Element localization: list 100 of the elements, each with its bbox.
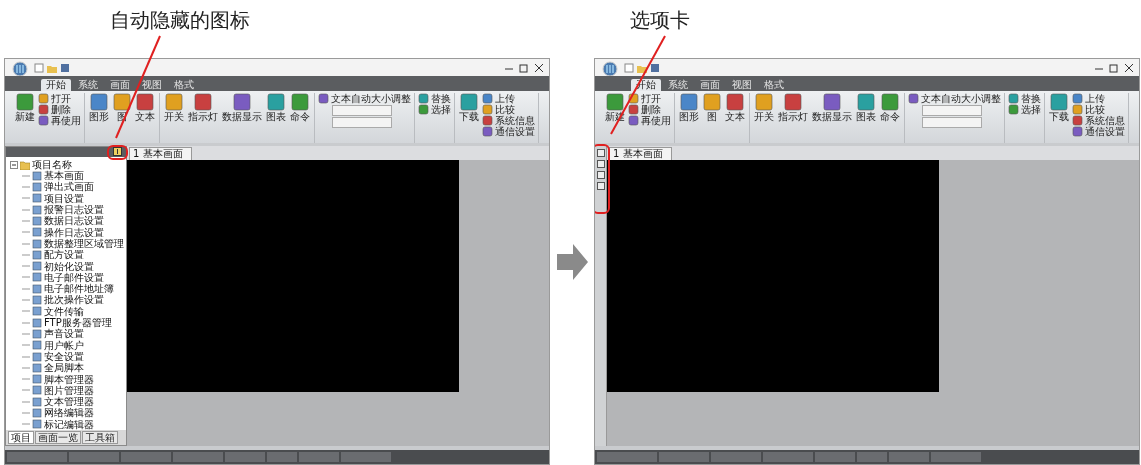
maximize-icon[interactable] xyxy=(1108,62,1120,73)
ribbon-button[interactable]: 命令 xyxy=(289,93,311,123)
ribbon-button[interactable]: 上传 xyxy=(1072,93,1125,104)
tool-icon xyxy=(113,93,131,111)
ribbon-button[interactable]: 命令 xyxy=(879,93,901,123)
ribbon-button[interactable]: 替换 xyxy=(1008,93,1041,104)
tree-item[interactable]: 项目设置 xyxy=(10,192,126,205)
tree-label: 用户帐户 xyxy=(44,339,84,351)
save-icon[interactable] xyxy=(60,62,70,73)
panel-tab[interactable]: 画面一览 xyxy=(35,431,81,444)
maximize-icon[interactable] xyxy=(518,62,530,73)
ribbon-button[interactable]: 通信设置 xyxy=(1072,126,1125,137)
ribbon-tab[interactable]: 视图 xyxy=(727,79,757,91)
ribbon-button[interactable]: 选择 xyxy=(418,104,451,115)
ribbon-tab[interactable]: 系统 xyxy=(73,79,103,91)
close-icon[interactable] xyxy=(1123,62,1135,73)
ribbon-button[interactable]: 替换 xyxy=(418,93,451,104)
input-field[interactable] xyxy=(332,105,392,116)
tree-item[interactable]: 脚本管理器 xyxy=(10,373,126,385)
ribbon-tab[interactable]: 格式 xyxy=(169,79,199,91)
document-tab[interactable]: 1 基本画面 xyxy=(129,147,192,160)
ribbon-button[interactable]: 图表 xyxy=(855,93,877,123)
ribbon-button[interactable]: 比较 xyxy=(1072,104,1125,115)
input-field[interactable] xyxy=(332,117,392,128)
tree-item[interactable]: 批次操作设置 xyxy=(10,294,126,306)
ribbon-button[interactable]: 下载 xyxy=(458,93,480,123)
tree-item[interactable]: 网络编辑器 xyxy=(10,407,126,419)
pin-icon[interactable] xyxy=(113,147,122,157)
ribbon-button[interactable]: 数据显示 xyxy=(811,93,853,123)
ribbon-button[interactable]: 数据显示 xyxy=(221,93,263,123)
ribbon-button[interactable]: 图形 xyxy=(678,93,700,123)
tree-item[interactable]: 文件传输 xyxy=(10,305,126,318)
ribbon-button[interactable]: 开关 xyxy=(753,93,775,123)
app-logo-icon[interactable] xyxy=(9,59,31,76)
tree-item[interactable]: 数据整理区域管理 xyxy=(10,237,126,250)
tree-item[interactable]: 电子邮件地址簿 xyxy=(10,283,126,295)
tree-item[interactable]: 操作日志设置 xyxy=(10,226,126,238)
tree-item[interactable]: 图片管理器 xyxy=(10,384,126,397)
ribbon-tab[interactable]: 视图 xyxy=(137,79,167,91)
ribbon-button[interactable]: 打开 xyxy=(38,93,81,104)
ribbon-tab[interactable]: 画面 xyxy=(105,79,135,91)
input-field[interactable] xyxy=(922,117,982,128)
tree-item[interactable]: 数据日志设置 xyxy=(10,215,126,227)
tree-label: 安全设置 xyxy=(44,350,84,363)
tree-item[interactable]: 初始化设置 xyxy=(10,260,126,272)
ribbon-button[interactable]: 文本 xyxy=(724,93,746,123)
ribbon-button[interactable]: 删除 xyxy=(38,104,81,115)
ribbon-button[interactable]: 再使用 xyxy=(628,115,671,126)
document-tab[interactable]: 1 基本画面 xyxy=(609,147,672,160)
input-field[interactable] xyxy=(922,105,982,116)
ribbon-button[interactable]: 指示灯 xyxy=(187,93,219,123)
tree-item[interactable]: 报警日志设置 xyxy=(10,204,126,216)
tree-item[interactable]: 全局脚本 xyxy=(10,362,126,374)
ribbon-button[interactable]: 文本自动大小调整 xyxy=(318,93,411,104)
tree-item[interactable]: 配方设置 xyxy=(10,249,126,261)
ribbon-button[interactable]: 上传 xyxy=(482,93,535,104)
new-file-icon[interactable] xyxy=(34,62,44,73)
new-file-icon[interactable] xyxy=(624,62,634,73)
ribbon-tab[interactable]: 画面 xyxy=(695,79,725,91)
ribbon-button[interactable]: 选择 xyxy=(1008,104,1041,115)
ribbon-button[interactable]: 删除 xyxy=(628,104,671,115)
collapse-icon[interactable] xyxy=(10,160,18,169)
tree-item[interactable]: 声音设置 xyxy=(10,328,126,340)
page-icon xyxy=(32,238,42,249)
tree-item[interactable]: FTP服务器管理 xyxy=(10,317,126,329)
ribbon-button[interactable]: 通信设置 xyxy=(482,126,535,137)
ribbon-button[interactable]: 系统信息 xyxy=(1072,115,1125,126)
ribbon-button[interactable]: 图 xyxy=(702,93,722,123)
side-tab-strip[interactable] xyxy=(595,146,607,446)
ribbon-button[interactable]: 文本自动大小调整 xyxy=(908,93,1001,104)
save-icon[interactable] xyxy=(650,62,660,73)
ribbon-tab[interactable]: 开始 xyxy=(41,79,71,91)
ribbon-button[interactable]: 比较 xyxy=(482,104,535,115)
panel-tab[interactable]: 工具箱 xyxy=(82,431,118,444)
tree-item[interactable]: 文本管理器 xyxy=(10,396,126,408)
tree-item[interactable]: 项目名称 xyxy=(10,158,126,171)
tree-item[interactable]: 安全设置 xyxy=(10,350,126,363)
ribbon-button[interactable]: 开关 xyxy=(163,93,185,123)
app-logo-icon[interactable] xyxy=(599,59,621,76)
close-icon[interactable] xyxy=(533,62,545,73)
tree-item[interactable]: 用户帐户 xyxy=(10,339,126,351)
tree-item[interactable]: 基本画面 xyxy=(10,170,126,182)
ribbon-tab[interactable]: 系统 xyxy=(663,79,693,91)
ribbon-button[interactable]: 新建 xyxy=(14,93,36,123)
ribbon-button[interactable]: 系统信息 xyxy=(482,115,535,126)
ribbon-button[interactable]: 图表 xyxy=(265,93,287,123)
ribbon-button[interactable]: 指示灯 xyxy=(777,93,809,123)
ribbon-button[interactable]: 图形 xyxy=(88,93,110,123)
tree-item[interactable]: 电子邮件设置 xyxy=(10,271,126,284)
ribbon-button[interactable]: 打开 xyxy=(628,93,671,104)
page-icon xyxy=(32,283,42,294)
ribbon-button[interactable]: 下载 xyxy=(1048,93,1070,123)
ribbon-button[interactable]: 再使用 xyxy=(38,115,81,126)
page-icon xyxy=(32,351,42,362)
ribbon-button[interactable]: 文本 xyxy=(134,93,156,123)
panel-tab[interactable]: 项目 xyxy=(8,431,34,444)
tree-item[interactable]: 弹出式画面 xyxy=(10,181,126,193)
page-icon xyxy=(32,193,42,204)
tree-item[interactable]: 标记编辑器 xyxy=(10,418,126,430)
ribbon-tab[interactable]: 格式 xyxy=(759,79,789,91)
